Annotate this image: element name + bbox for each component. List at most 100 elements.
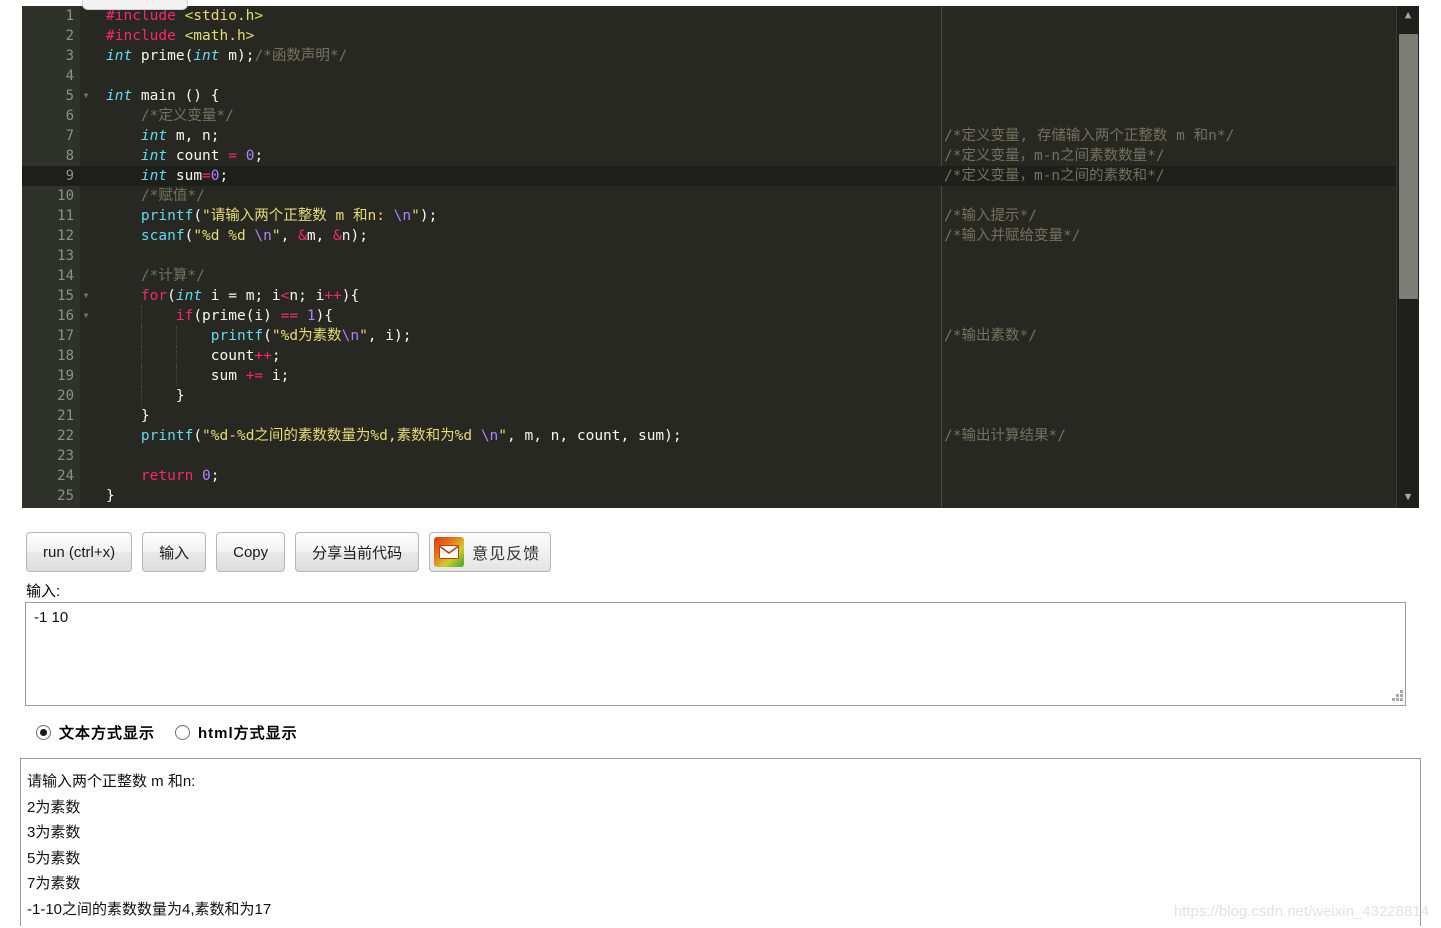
feedback-label: 意见反馈 xyxy=(472,546,541,563)
token-str: " xyxy=(411,208,420,224)
token-fn: printf xyxy=(140,428,194,444)
token-id xyxy=(106,168,141,184)
token-op: & xyxy=(333,228,342,244)
token-id: ; xyxy=(210,468,220,484)
code-content[interactable]: #include <stdio.h> #include <math.h> int p… xyxy=(80,6,1397,508)
code-line[interactable]: #include <math.h> xyxy=(80,26,1397,46)
share-code-button[interactable]: 分享当前代码 xyxy=(295,532,420,572)
token-id xyxy=(106,328,211,344)
code-line[interactable]: } xyxy=(80,486,1397,506)
token-id: ){ xyxy=(315,308,334,324)
code-line[interactable]: } xyxy=(80,386,1397,406)
output-line: 7为素数 xyxy=(27,875,81,892)
code-line[interactable]: printf("%d-%d之间的素数数量为%d,素数和为%d \n", m, n… xyxy=(80,426,1397,446)
line-number: 18 xyxy=(57,348,74,364)
scrollbar-thumb[interactable] xyxy=(1399,34,1418,299)
code-line[interactable]: /*赋值*/ xyxy=(80,186,1397,206)
code-line[interactable] xyxy=(80,246,1397,266)
token-esc: \n xyxy=(254,228,272,244)
token-kw2: for xyxy=(140,288,168,304)
token-id: } xyxy=(106,388,185,404)
token-id: prime( xyxy=(132,48,194,64)
line-number: 8 xyxy=(65,148,74,164)
radio-text-mode[interactable] xyxy=(36,725,51,740)
token-cmt: /*计算*/ xyxy=(106,268,205,284)
code-line[interactable]: printf("请输入两个正整数 m 和n: \n"); xyxy=(80,206,1397,226)
token-id: count xyxy=(106,348,255,364)
token-id: i = m; i xyxy=(202,288,281,304)
code-line[interactable]: sum += i; xyxy=(80,366,1397,386)
token-id: m, n; xyxy=(167,128,220,144)
token-str: "请输入两个正整数 m 和n: xyxy=(202,208,394,224)
code-line[interactable]: count++; xyxy=(80,346,1397,366)
token-id: ( xyxy=(167,288,176,304)
code-line[interactable]: int m, n; xyxy=(80,126,1397,146)
code-line[interactable] xyxy=(80,66,1397,86)
code-line[interactable]: printf("%d为素数\n", i); xyxy=(80,326,1397,346)
scroll-down-icon[interactable]: ▼ xyxy=(1397,488,1419,506)
action-toolbar: run (ctrl+x) 输入 Copy 分享当前代码 意见反馈 xyxy=(26,532,552,572)
code-line[interactable] xyxy=(80,446,1397,466)
code-line[interactable]: int sum=0; xyxy=(80,166,1397,186)
scroll-up-icon[interactable]: ▲ xyxy=(1397,6,1419,24)
token-str: "%d-%d之间的素数数量为%d,素数和为%d xyxy=(202,428,481,444)
stdin-textarea[interactable] xyxy=(25,602,1406,706)
token-esc: \n xyxy=(393,208,412,224)
code-line[interactable]: #include <stdio.h> xyxy=(80,6,1397,26)
code-line[interactable]: int prime(int m);/*函数声明*/ xyxy=(80,46,1397,66)
token-id xyxy=(106,128,141,144)
line-number: 3 xyxy=(65,48,74,64)
program-output-panel: 请输入两个正整数 m 和n: 2为素数 3为素数 5为素数 7为素数 -1-10之间的素数… xyxy=(20,758,1421,926)
line-number: 11 xyxy=(57,208,74,224)
token-kw2: if xyxy=(175,308,194,324)
code-line[interactable]: /*定义变量*/ xyxy=(80,106,1397,126)
code-line[interactable]: return 0; xyxy=(80,466,1397,486)
line-number: 12 xyxy=(57,228,74,244)
line-number: 10 xyxy=(57,188,74,204)
token-kw: int xyxy=(140,168,168,184)
token-id: ( xyxy=(193,428,203,444)
token-num: 1 xyxy=(306,308,316,324)
token-fn: printf xyxy=(210,328,264,344)
code-line[interactable]: int count = 0; xyxy=(80,146,1397,166)
output-line: 3为素数 xyxy=(27,824,81,841)
code-line[interactable]: int main () { xyxy=(80,86,1397,106)
token-esc: \n xyxy=(341,328,360,344)
radio-html-mode[interactable] xyxy=(175,725,191,740)
input-button[interactable]: 输入 xyxy=(142,532,207,572)
token-kw: int xyxy=(106,88,133,104)
editor-scrollbar[interactable]: ▲ ▼ xyxy=(1396,6,1419,508)
watermark-text: https://blog.csdn.net/weixin_43228814 xyxy=(1173,903,1429,920)
token-num: 0 xyxy=(202,468,211,484)
radio-html-mode-label[interactable]: html方式显示 xyxy=(198,722,298,743)
token-str: " xyxy=(359,328,368,344)
token-op: += xyxy=(245,368,264,384)
code-line[interactable]: scanf("%d %d \n", &m, &n); xyxy=(80,226,1397,246)
line-number: 2 xyxy=(65,28,74,44)
copy-button[interactable]: Copy xyxy=(216,532,286,572)
line-number: 25 xyxy=(57,488,74,504)
token-id: sum xyxy=(167,168,203,184)
radio-text-mode-label[interactable]: 文本方式显示 xyxy=(59,722,155,743)
run-button[interactable]: run (ctrl+x) xyxy=(26,532,133,572)
browser-tab-stub xyxy=(82,0,188,10)
token-inc: <math.h> xyxy=(184,28,255,44)
token-id: , xyxy=(280,228,299,244)
token-id: i; xyxy=(263,368,290,384)
feedback-button[interactable]: 意见反馈 xyxy=(429,532,552,572)
token-id xyxy=(176,8,185,24)
code-line[interactable]: for(int i = m; i<n; i++){ xyxy=(80,286,1397,306)
output-line: 请输入两个正整数 m 和n: xyxy=(27,773,196,790)
code-editor[interactable]: 1 2 3 4 5 ▼ 6 7 8 9 10 11 12 13 14 15 ▼ 16 ▼ 17 18 19 20 21 22 23… xyxy=(22,6,1419,508)
code-line[interactable]: /*计算*/ xyxy=(80,266,1397,286)
code-line[interactable]: if(prime(i) == 1){ xyxy=(80,306,1397,326)
code-line[interactable]: } xyxy=(80,406,1397,426)
line-number: 5 ▼ xyxy=(22,86,89,106)
envelope-icon xyxy=(434,537,465,567)
token-op: ++ xyxy=(324,288,342,304)
line-number: 13 xyxy=(57,248,74,264)
line-number: 7 xyxy=(65,128,74,144)
token-str: " xyxy=(271,228,281,244)
token-str: "%d为素数 xyxy=(271,328,342,344)
line-number: 20 xyxy=(57,388,74,404)
